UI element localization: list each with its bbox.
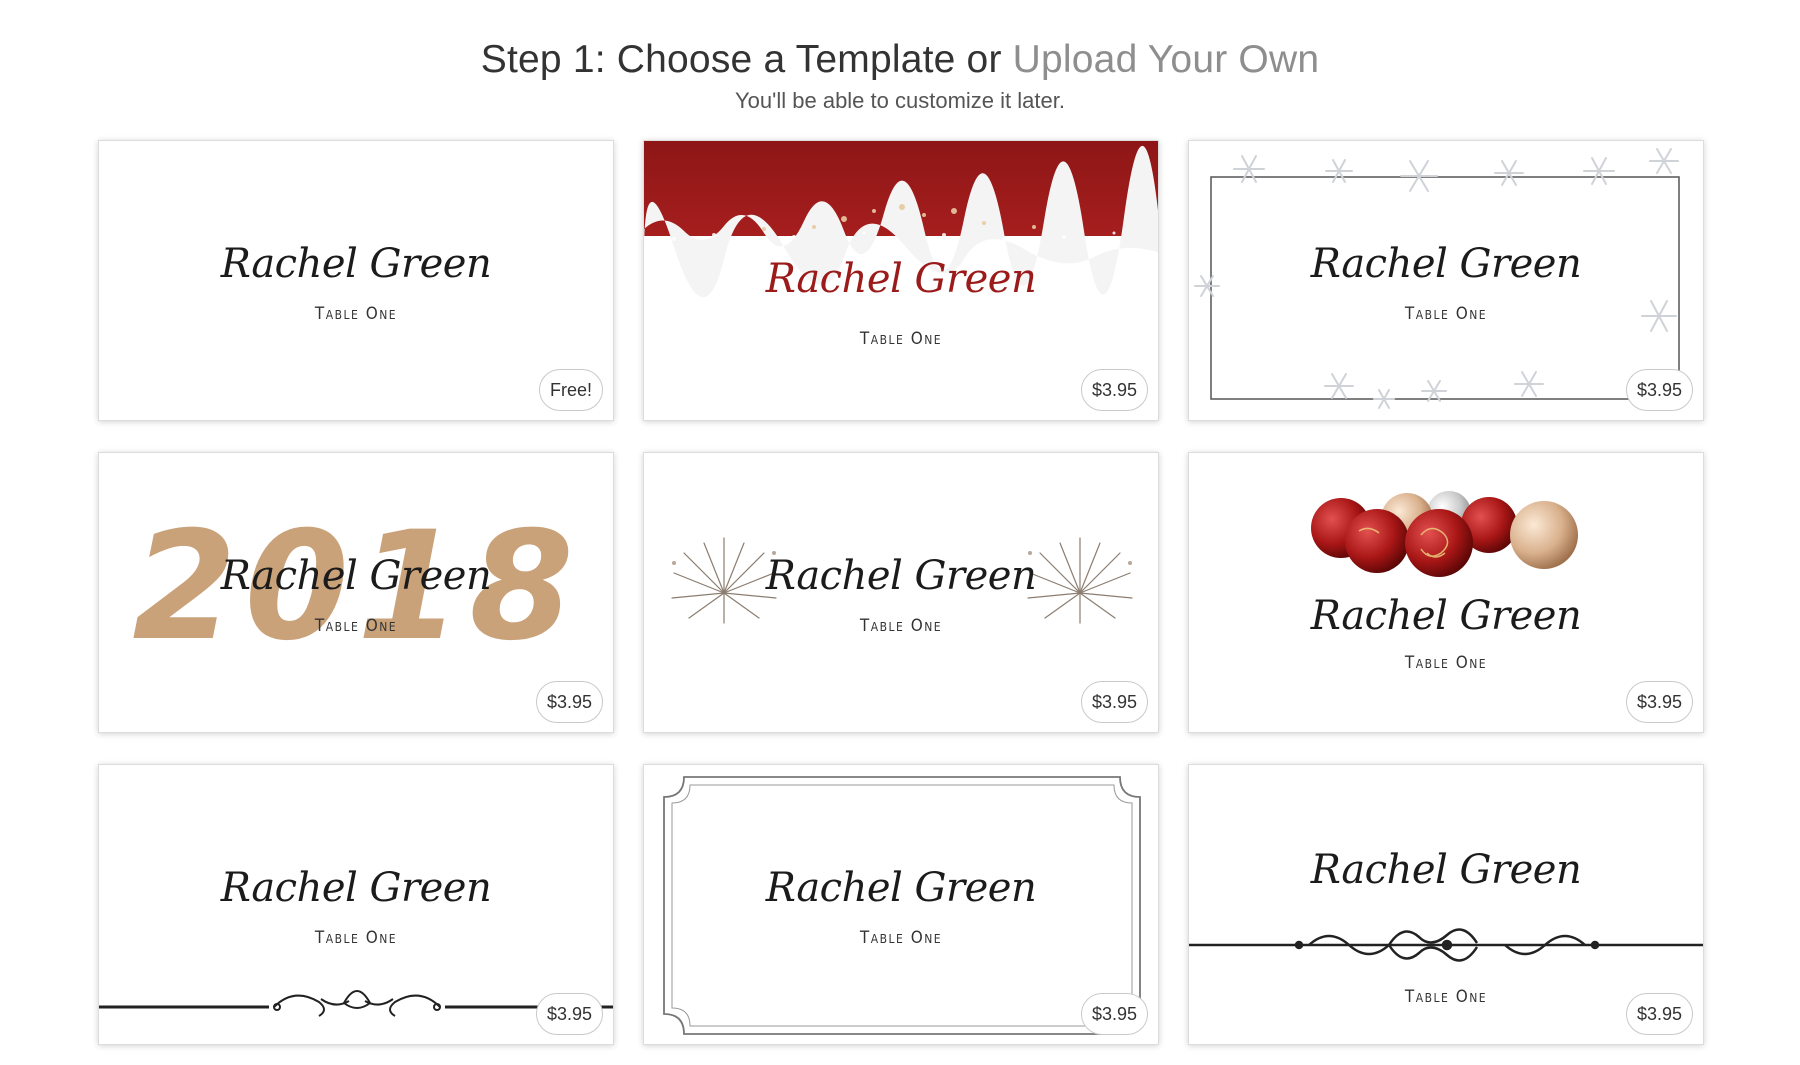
table-label: Table One: [859, 616, 943, 636]
template-card-red-snow[interactable]: Rachel Green Table One $3.95: [643, 140, 1159, 421]
page-subtitle: You'll be able to customize it later.: [735, 88, 1065, 113]
guest-name: Rachel Green: [1310, 847, 1582, 893]
price-badge: $3.95: [1625, 681, 1693, 723]
template-card-notched-border[interactable]: Rachel Green Table One $3.95: [643, 764, 1159, 1045]
guest-name: Rachel Green: [1310, 593, 1582, 639]
table-label: Table One: [1404, 987, 1488, 1007]
table-label: Table One: [1404, 304, 1488, 324]
guest-name: Rachel Green: [220, 241, 492, 287]
guest-name: Rachel Green: [1310, 241, 1582, 287]
price-badge: Free!: [538, 369, 603, 411]
table-label: Table One: [1404, 653, 1488, 673]
price-badge: $3.95: [535, 681, 603, 723]
table-label: Table One: [859, 928, 943, 948]
table-label: Table One: [314, 928, 398, 948]
guest-name: Rachel Green: [220, 865, 492, 911]
table-label: Table One: [859, 329, 943, 349]
template-card-fireworks[interactable]: Rachel Green Table One $3.95: [643, 452, 1159, 733]
template-grid: Rachel Green Table One Free! Rachel Gree…: [98, 140, 1708, 1050]
upload-your-own-link[interactable]: Upload Your Own: [1013, 38, 1320, 81]
table-label: Table One: [314, 616, 398, 636]
price-badge: $3.95: [1080, 993, 1148, 1035]
template-card-plain[interactable]: Rachel Green Table One Free!: [98, 140, 614, 421]
price-badge: $3.95: [1080, 681, 1148, 723]
price-badge: $3.95: [1625, 369, 1693, 411]
guest-name: Rachel Green: [765, 865, 1037, 911]
title-prefix: Step 1: Choose a Template or: [480, 38, 1013, 81]
template-card-flourish-bottom[interactable]: Rachel Green Table One $3.95: [98, 764, 614, 1045]
guest-name: Rachel Green: [765, 553, 1037, 599]
guest-name: Rachel Green: [765, 256, 1037, 302]
price-badge: $3.95: [535, 993, 603, 1035]
price-badge: $3.95: [1625, 993, 1693, 1035]
page-title: Step 1: Choose a Template or Upload Your…: [0, 34, 1800, 86]
template-card-gold-2018[interactable]: 2018 Rachel Green Table One $3.95: [98, 452, 614, 733]
page-header: Step 1: Choose a Template or Upload Your…: [0, 34, 1800, 116]
template-card-snowflake-frame[interactable]: Rachel Green Table One $3.95: [1188, 140, 1704, 421]
guest-name: Rachel Green: [220, 553, 492, 599]
template-card-ornaments[interactable]: Rachel Green Table One $3.95: [1188, 452, 1704, 733]
price-badge: $3.95: [1080, 369, 1148, 411]
template-card-flourish-middle[interactable]: Rachel Green Table One $3.95: [1188, 764, 1704, 1045]
table-label: Table One: [314, 304, 398, 324]
